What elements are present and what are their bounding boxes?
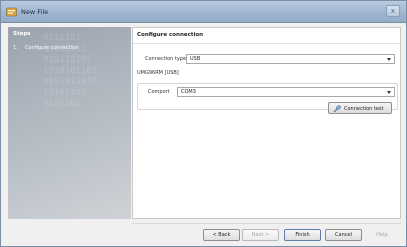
comport-label: Comport (148, 89, 170, 95)
step-label: Configure connection (25, 45, 79, 51)
chevron-down-icon (387, 58, 391, 61)
help-button[interactable]: Help (366, 229, 398, 241)
comport-select[interactable]: COM3 (177, 87, 395, 97)
connection-test-button[interactable]: Connection test (328, 102, 392, 114)
main-header: Configure connection (133, 28, 400, 44)
main-panel: Configure connection Connection type USB… (132, 27, 401, 219)
page-title: Configure connection (137, 32, 204, 38)
new-file-dialog: New File x 0110101 10101101 010110101 10… (0, 0, 407, 247)
plug-icon (333, 105, 341, 113)
device-label: UMG96RM [USB] (137, 70, 179, 76)
connection-type-select[interactable]: USB (186, 54, 395, 64)
steps-heading: Steps (13, 31, 31, 37)
window-title: New File (21, 8, 49, 16)
finish-button[interactable]: Finish (284, 229, 321, 241)
cancel-button[interactable]: Cancel (325, 229, 362, 241)
title-bar[interactable]: New File x (1, 1, 406, 23)
connection-type-label: Connection type (145, 56, 187, 62)
close-button[interactable]: x (386, 5, 400, 17)
connection-type-value: USB (190, 56, 201, 62)
close-icon: x (390, 7, 396, 15)
step-item: 1. Configure connection (13, 45, 78, 51)
chevron-down-icon (387, 91, 391, 94)
comport-value: COM3 (181, 89, 196, 95)
steps-panel: 0110101 10101101 010110101 1010101101 01… (8, 27, 131, 219)
back-button[interactable]: < Back (203, 229, 240, 241)
next-button[interactable]: Next > (242, 229, 279, 241)
footer-divider (132, 223, 401, 224)
app-icon (6, 7, 17, 17)
connection-test-label: Connection test (344, 105, 384, 112)
step-number: 1. (13, 45, 18, 51)
